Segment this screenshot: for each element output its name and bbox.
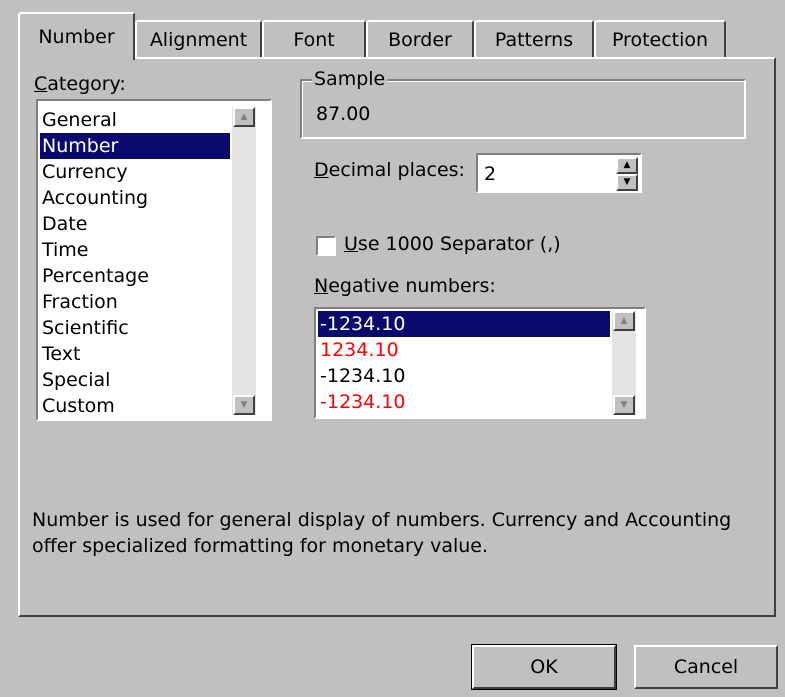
negative-numbers-listbox[interactable]: -1234.10 1234.10 -1234.10 -1234.10 ▲ ▼ bbox=[314, 307, 646, 419]
cancel-button[interactable]: Cancel bbox=[634, 645, 778, 689]
category-item-scientific[interactable]: Scientific bbox=[40, 315, 129, 341]
tab-panel-number: Category: General Number Currency Accoun… bbox=[18, 57, 776, 617]
sample-legend: Sample bbox=[312, 68, 388, 90]
mnemonic: N bbox=[314, 275, 329, 297]
spin-up-icon[interactable]: ▲ bbox=[616, 157, 638, 174]
negative-numbers-scrollbar[interactable]: ▲ ▼ bbox=[612, 311, 636, 415]
negative-format-item[interactable]: -1234.10 bbox=[318, 389, 405, 415]
tab-label: Patterns bbox=[494, 29, 574, 51]
category-scrollbar[interactable]: ▲ ▼ bbox=[232, 107, 256, 415]
use-separator-label[interactable]: Use 1000 Separator (,) bbox=[344, 233, 561, 255]
tab-label: Protection bbox=[611, 29, 709, 51]
category-item-custom[interactable]: Custom bbox=[40, 393, 115, 419]
mnemonic: D bbox=[314, 159, 329, 181]
tab-label: Number bbox=[38, 26, 115, 48]
spin-down-icon[interactable]: ▼ bbox=[616, 174, 638, 191]
category-item-number[interactable]: Number bbox=[40, 133, 230, 159]
category-item-text[interactable]: Text bbox=[40, 341, 80, 367]
scroll-down-icon[interactable]: ▼ bbox=[233, 395, 255, 415]
tab-number[interactable]: Number bbox=[18, 12, 135, 60]
label-text: ecimal places: bbox=[328, 159, 465, 181]
label-text: se 1000 Separator (,) bbox=[357, 233, 561, 255]
category-item-date[interactable]: Date bbox=[40, 211, 87, 237]
scroll-down-icon[interactable]: ▼ bbox=[613, 395, 635, 415]
category-item-percentage[interactable]: Percentage bbox=[40, 263, 149, 289]
tab-label: Border bbox=[388, 29, 452, 51]
sample-value: 87.00 bbox=[316, 103, 371, 125]
negative-format-item[interactable]: 1234.10 bbox=[318, 337, 399, 363]
category-item-special[interactable]: Special bbox=[40, 367, 110, 393]
label-text: ategory: bbox=[47, 73, 126, 95]
use-separator-checkbox[interactable] bbox=[316, 236, 336, 256]
description-line: Number is used for general display of nu… bbox=[32, 509, 732, 531]
category-item-fraction[interactable]: Fraction bbox=[40, 289, 118, 315]
category-item-currency[interactable]: Currency bbox=[40, 159, 128, 185]
category-listbox[interactable]: General Number Currency Accounting Date … bbox=[36, 99, 272, 421]
negative-format-item[interactable]: -1234.10 bbox=[318, 311, 610, 337]
tab-protection[interactable]: Protection bbox=[594, 20, 726, 58]
decimal-places-stepper[interactable]: 2 ▲ ▼ bbox=[476, 153, 642, 193]
negative-format-item[interactable]: -1234.10 bbox=[318, 363, 405, 389]
tab-border[interactable]: Border bbox=[366, 20, 474, 58]
mnemonic: U bbox=[344, 233, 358, 255]
category-label: Category: bbox=[34, 73, 126, 95]
tab-font[interactable]: Font bbox=[262, 20, 366, 58]
ok-button[interactable]: OK bbox=[471, 644, 617, 690]
decimal-places-label: Decimal places: bbox=[314, 159, 465, 181]
label-text: egative numbers: bbox=[328, 275, 496, 297]
decimal-places-input[interactable]: 2 bbox=[484, 163, 496, 185]
tab-patterns[interactable]: Patterns bbox=[474, 20, 594, 58]
button-label: Cancel bbox=[673, 656, 739, 678]
button-label: OK bbox=[530, 656, 558, 678]
negative-numbers-label: Negative numbers: bbox=[314, 275, 496, 297]
category-item-time[interactable]: Time bbox=[40, 237, 89, 263]
category-description: Number is used for general display of nu… bbox=[32, 507, 731, 559]
description-line: offer specialized formatting for monetar… bbox=[32, 535, 489, 557]
mnemonic: C bbox=[34, 73, 48, 95]
scroll-up-icon[interactable]: ▲ bbox=[613, 311, 635, 331]
scroll-up-icon[interactable]: ▲ bbox=[233, 107, 255, 127]
category-item-accounting[interactable]: Accounting bbox=[40, 185, 148, 211]
tab-label: Alignment bbox=[149, 29, 248, 51]
tab-label: Font bbox=[293, 29, 335, 51]
tab-alignment[interactable]: Alignment bbox=[135, 20, 262, 58]
category-item-general[interactable]: General bbox=[40, 107, 117, 133]
